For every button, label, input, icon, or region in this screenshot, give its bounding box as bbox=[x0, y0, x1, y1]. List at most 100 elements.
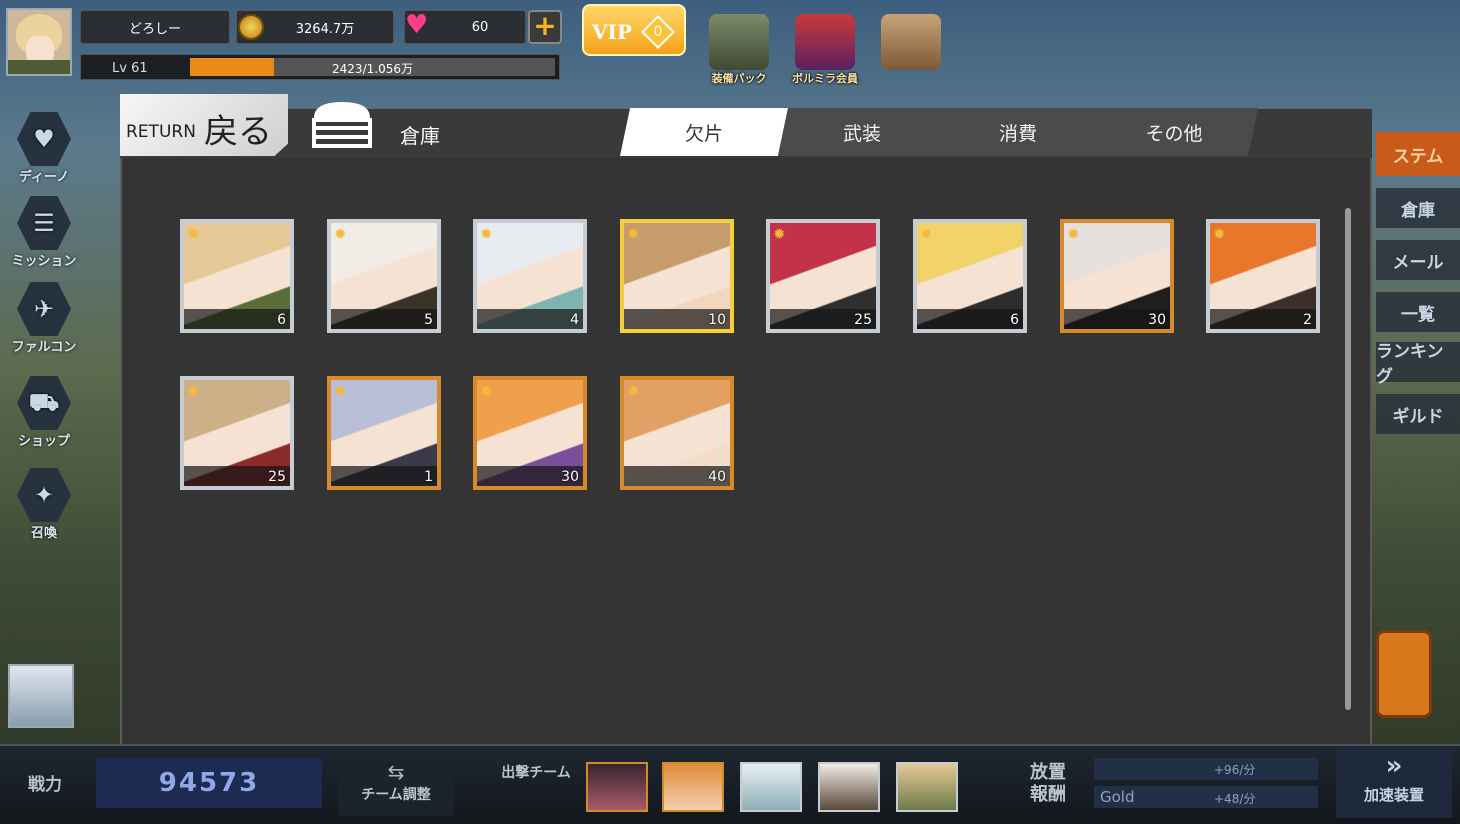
item-quantity: 1 bbox=[424, 469, 433, 485]
tab-consumables-label: 消費 bbox=[998, 122, 1037, 145]
right-menu-mail[interactable]: メール bbox=[1376, 240, 1460, 280]
vip-label: VIP bbox=[592, 20, 632, 44]
side-menu-falcon-label: ファルコン bbox=[11, 340, 77, 355]
item-quantity: 40 bbox=[708, 469, 726, 485]
item-quantity: 4 bbox=[570, 312, 579, 328]
side-menu-dino-label: ディーノ bbox=[18, 170, 70, 185]
level-label: Lv 61 bbox=[112, 61, 148, 76]
item-quantity: 6 bbox=[1010, 312, 1019, 328]
tab-fragments-label: 欠片 bbox=[684, 122, 723, 145]
team-swap-icon: ⇆ bbox=[387, 760, 405, 784]
exp-rate: +96/分 bbox=[1214, 763, 1256, 777]
cart-icon: ⛟ bbox=[17, 376, 71, 430]
accelerator-label: 加速装置 bbox=[1363, 786, 1424, 804]
member-button[interactable]: ボルミラ会員 bbox=[788, 14, 862, 88]
item-quantity: 25 bbox=[268, 469, 286, 485]
team-adjust-button[interactable]: ⇆ チーム調整 bbox=[338, 760, 454, 816]
fragment-item[interactable]: ✹ 25 bbox=[180, 376, 294, 490]
team-member-portrait[interactable] bbox=[740, 762, 802, 812]
item-quantity: 10 bbox=[708, 312, 726, 328]
right-menu-system[interactable]: ステム bbox=[1376, 132, 1460, 176]
side-menu-mission[interactable]: ☰ ミッション bbox=[10, 196, 78, 274]
battle-button[interactable] bbox=[1376, 630, 1432, 718]
item-quantity: 5 bbox=[424, 312, 433, 328]
side-menu-falcon[interactable]: ✈ ファルコン bbox=[10, 282, 78, 360]
gold-coin-icon bbox=[238, 14, 264, 40]
team-member-portrait[interactable] bbox=[818, 762, 880, 812]
heart-value: 60 bbox=[471, 19, 489, 35]
right-menu-list[interactable]: 一覧 bbox=[1376, 292, 1460, 332]
add-hearts-button[interactable]: + bbox=[528, 10, 562, 44]
tab-consumables[interactable]: 消費 bbox=[934, 108, 1102, 156]
side-menu-shop[interactable]: ⛟ ショップ bbox=[10, 376, 78, 454]
fragment-item[interactable]: ✹ 25 bbox=[766, 219, 880, 333]
leader-portrait[interactable] bbox=[8, 664, 74, 728]
power-number: 94573 bbox=[158, 768, 260, 798]
missile-pack-icon bbox=[709, 14, 769, 70]
equipment-pack-label: 装備パック bbox=[711, 72, 767, 85]
fragment-item[interactable]: ✹ 40 bbox=[620, 376, 734, 490]
fragment-item[interactable]: ✹ 6 bbox=[913, 219, 1027, 333]
team-adjust-label: チーム調整 bbox=[361, 787, 431, 803]
power-value: 94573 bbox=[96, 758, 322, 808]
fragment-item[interactable]: ✹ 5 bbox=[327, 219, 441, 333]
right-menu-guild[interactable]: ギルド bbox=[1376, 394, 1460, 434]
member-card-icon bbox=[795, 14, 855, 70]
tab-other[interactable]: その他 bbox=[1090, 108, 1258, 156]
side-menu-summon[interactable]: ✦ 召喚 bbox=[10, 468, 78, 546]
side-menu-summon-label: 召喚 bbox=[30, 526, 57, 541]
fragment-item[interactable]: ✹ 2 bbox=[1206, 219, 1320, 333]
quantity-band bbox=[184, 309, 290, 329]
gold-value: 3264.7万 bbox=[295, 21, 355, 37]
gear-icon: ✹ bbox=[480, 382, 493, 400]
power-label: 戦力 bbox=[28, 775, 62, 795]
fragment-item[interactable]: ✹ 30 bbox=[1060, 219, 1174, 333]
fragment-item[interactable]: ✹ 30 bbox=[473, 376, 587, 490]
warehouse-panel bbox=[120, 158, 1372, 760]
scrollbar-thumb[interactable] bbox=[1345, 208, 1351, 710]
fragment-item[interactable]: ✹ 6 bbox=[180, 219, 294, 333]
item-quantity: 25 bbox=[854, 312, 872, 328]
team-member-portrait[interactable] bbox=[896, 762, 958, 812]
fragment-item[interactable]: ✹ 1 bbox=[327, 376, 441, 490]
accelerator-button[interactable]: » 加速装置 bbox=[1336, 748, 1452, 818]
heart-icon: ♥ bbox=[405, 10, 429, 40]
right-menu-ranking[interactable]: ランキング bbox=[1376, 342, 1460, 387]
team-member-portrait[interactable] bbox=[586, 762, 648, 812]
right-menu-warehouse-label: 倉庫 bbox=[1401, 200, 1435, 221]
gear-icon: ✹ bbox=[627, 225, 640, 243]
right-menu-guild-label: ギルド bbox=[1392, 406, 1444, 427]
gear-icon: ✹ bbox=[920, 225, 933, 243]
gear-icon: ✹ bbox=[773, 225, 786, 243]
side-menu-mission-label: ミッション bbox=[11, 254, 77, 269]
tab-armament[interactable]: 武装 bbox=[778, 108, 946, 156]
exp-text: 2423/1.056万 bbox=[332, 62, 413, 76]
quantity-band bbox=[917, 309, 1023, 329]
player-name: どろしー bbox=[128, 21, 181, 37]
box-button[interactable] bbox=[874, 14, 948, 88]
wing-heart-icon: ♥ bbox=[17, 112, 71, 166]
fragment-item[interactable]: ✹ 10 bbox=[620, 219, 734, 333]
tab-other-label: その他 bbox=[1145, 122, 1203, 145]
fragment-item[interactable]: ✹ 4 bbox=[473, 219, 587, 333]
warehouse-icon bbox=[312, 102, 372, 148]
right-menu-list-label: 一覧 bbox=[1401, 304, 1435, 325]
gear-icon: ✹ bbox=[1067, 225, 1080, 243]
vip-level: 0 bbox=[653, 24, 663, 40]
equipment-pack-button[interactable]: 装備パック bbox=[702, 14, 776, 88]
side-menu-dino[interactable]: ♥ ディーノ bbox=[10, 112, 78, 190]
summon-icon: ✦ bbox=[17, 468, 71, 522]
right-menu-mail-label: メール bbox=[1392, 252, 1444, 273]
tab-fragments[interactable]: 欠片 bbox=[620, 108, 788, 156]
gear-icon: ✹ bbox=[627, 382, 640, 400]
team-member-portrait[interactable] bbox=[662, 762, 724, 812]
item-quantity: 6 bbox=[277, 312, 286, 328]
player-avatar[interactable] bbox=[6, 8, 72, 76]
quantity-band bbox=[1210, 309, 1316, 329]
gear-icon: ✹ bbox=[334, 382, 347, 400]
right-menu-warehouse[interactable]: 倉庫 bbox=[1376, 188, 1460, 228]
quantity-band bbox=[331, 466, 437, 486]
item-quantity: 30 bbox=[1148, 312, 1166, 328]
member-label: ボルミラ会員 bbox=[792, 72, 858, 85]
player-name-field[interactable]: どろしー bbox=[80, 10, 230, 44]
